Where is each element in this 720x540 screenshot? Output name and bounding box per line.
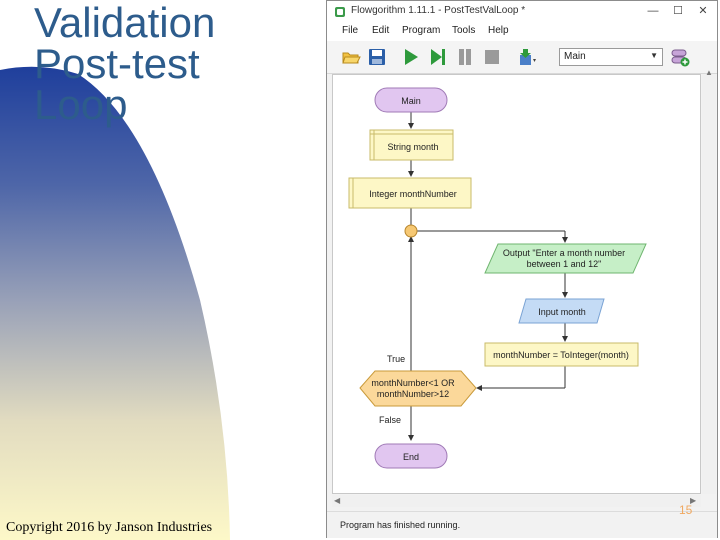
chevron-down-icon: ▼ <box>650 51 658 60</box>
true-label: True <box>387 354 405 364</box>
add-function-icon[interactable] <box>671 47 691 67</box>
output-label-line: between 1 and 12" <box>527 259 602 269</box>
scroll-left-icon[interactable]: ◀ <box>334 496 340 505</box>
scroll-up-icon[interactable]: ▲ <box>705 68 713 77</box>
status-message: Program has finished running. <box>340 520 461 530</box>
flowchart-canvas[interactable]: Main String month Integer monthNumber Ou… <box>332 74 701 494</box>
loop-junction <box>404 224 418 238</box>
function-select[interactable]: Main ▼ <box>559 48 663 66</box>
menu-bar: File Edit Program Tools Help <box>327 23 717 41</box>
menu-file[interactable]: File <box>342 25 358 36</box>
flowgorithm-window: Flowgorithm 1.11.1 - PostTestValLoop * —… <box>326 0 718 538</box>
stop-icon[interactable] <box>482 47 502 67</box>
function-select-value: Main <box>564 51 586 62</box>
slide-title-line: Validation <box>34 0 216 46</box>
close-button[interactable]: ✕ <box>695 4 711 18</box>
toolbar: Main ▼ <box>327 41 717 74</box>
declare-label: String month <box>387 142 438 152</box>
step-icon[interactable] <box>428 47 448 67</box>
menu-program[interactable]: Program <box>402 25 440 36</box>
end-label: End <box>403 452 419 462</box>
menu-tools[interactable]: Tools <box>452 25 475 36</box>
slide-title-line: Post-test <box>34 40 200 87</box>
variable-watch-icon[interactable] <box>517 47 537 67</box>
pause-icon[interactable] <box>455 47 475 67</box>
copyright-notice: Copyright 2016 by Janson Industries <box>6 520 213 535</box>
input-label: Input month <box>538 307 586 317</box>
window-title: Flowgorithm 1.11.1 - PostTestValLoop * <box>351 5 526 16</box>
declare-label: Integer monthNumber <box>369 189 457 199</box>
output-label-line: Output "Enter a month number <box>503 248 625 258</box>
status-bar: Program has finished running. <box>327 511 717 538</box>
maximize-button[interactable]: ☐ <box>670 4 686 18</box>
menu-edit[interactable]: Edit <box>372 25 389 36</box>
slide-title: Validation Post-test Loop <box>34 0 216 128</box>
run-icon[interactable] <box>401 47 421 67</box>
decision-label-line: monthNumber<1 OR <box>371 378 455 388</box>
minimize-button[interactable]: — <box>645 4 661 18</box>
start-label: Main <box>401 96 421 106</box>
decision-label-line: monthNumber>12 <box>377 389 449 399</box>
false-label: False <box>379 415 401 425</box>
assign-label: monthNumber = ToInteger(month) <box>493 350 629 360</box>
menu-help[interactable]: Help <box>488 25 509 36</box>
horizontal-scrollbar[interactable]: ◀ ▶ <box>332 495 701 507</box>
open-folder-icon[interactable] <box>341 47 361 67</box>
flowchart: Main String month Integer monthNumber Ou… <box>348 87 647 469</box>
save-icon[interactable] <box>367 47 387 67</box>
window-titlebar: Flowgorithm 1.11.1 - PostTestValLoop * —… <box>327 1 717 23</box>
slide-page-number: 15 <box>679 503 693 517</box>
vertical-scrollbar[interactable]: ▲ <box>702 68 716 494</box>
slide-title-line: Loop <box>34 81 128 128</box>
flowgorithm-app-icon <box>335 7 345 17</box>
